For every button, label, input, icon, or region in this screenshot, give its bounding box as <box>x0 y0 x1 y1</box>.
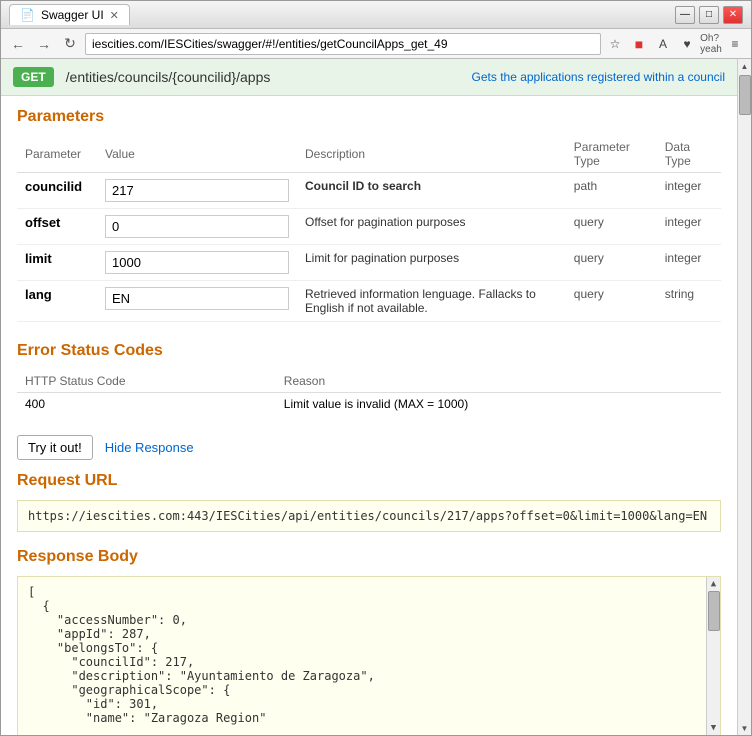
ohyeah-icon: Oh?yeah <box>701 34 721 54</box>
param-value-offset[interactable] <box>105 215 289 238</box>
main-scroll-down[interactable]: ▼ <box>738 721 751 735</box>
tab-icon: 📄 <box>20 8 35 22</box>
browser-tab[interactable]: 📄 Swagger UI ✕ <box>9 4 130 25</box>
close-button[interactable]: ✕ <box>723 6 743 24</box>
nav-bar: ← → ↻ ☆ ■ A ♥ Oh?yeah ≡ <box>1 29 751 59</box>
translate-icon[interactable]: A <box>653 34 673 54</box>
scroll-thumb[interactable] <box>708 591 720 631</box>
main-scroll-track <box>738 73 751 721</box>
param-name: offset <box>17 209 97 245</box>
param-name: limit <box>17 245 97 281</box>
page-content: GET /entities/councils/{councilid}/apps … <box>1 59 737 735</box>
response-body-section: Response Body [ { "accessNumber": 0, "ap… <box>1 544 737 735</box>
param-value-lang[interactable] <box>105 287 289 310</box>
hide-response-link[interactable]: Hide Response <box>105 440 194 455</box>
browser-content: GET /entities/councils/{councilid}/apps … <box>1 59 751 735</box>
shield-icon: ♥ <box>677 34 697 54</box>
request-url-section: Request URL https://iescities.com:443/IE… <box>1 468 737 544</box>
scroll-track <box>707 591 720 721</box>
get-bar: GET /entities/councils/{councilid}/apps … <box>1 59 737 96</box>
response-scrollbar[interactable]: ▲ ▼ <box>706 577 720 735</box>
param-value-limit[interactable] <box>105 251 289 274</box>
error-section: Error Status Codes HTTP Status Code Reas… <box>1 334 737 427</box>
param-name: councilid <box>17 173 97 209</box>
scroll-up-button[interactable]: ▲ <box>707 577 720 591</box>
request-url-title: Request URL <box>17 472 721 490</box>
param-datatype-offset: integer <box>657 209 721 245</box>
param-desc-councilid: Council ID to search <box>297 173 566 209</box>
minimize-button[interactable]: — <box>675 6 695 24</box>
table-row: limit Limit for pagination purposes quer… <box>17 245 721 281</box>
param-desc-lang: Retrieved information lenguage. Fallacks… <box>297 281 566 322</box>
refresh-button[interactable]: ↻ <box>59 33 81 55</box>
error-code: 400 <box>17 393 276 416</box>
param-datatype-limit: integer <box>657 245 721 281</box>
extension-red-icon: ■ <box>629 34 649 54</box>
error-reason: Limit value is invalid (MAX = 1000) <box>276 393 721 416</box>
table-row: councilid Council ID to search path inte… <box>17 173 721 209</box>
param-type-limit: query <box>566 245 657 281</box>
error-title: Error Status Codes <box>17 342 721 360</box>
col-param-type: Parameter Type <box>566 136 657 173</box>
table-row: offset Offset for pagination purposes qu… <box>17 209 721 245</box>
error-table: HTTP Status Code Reason 400 Limit value … <box>17 370 721 415</box>
title-bar-left: 📄 Swagger UI ✕ <box>9 4 130 25</box>
tab-title: Swagger UI <box>41 8 104 22</box>
window-controls: — □ ✕ <box>675 6 743 24</box>
col-description: Description <box>297 136 566 173</box>
action-bar: Try it out! Hide Response <box>1 427 737 468</box>
table-row: 400 Limit value is invalid (MAX = 1000) <box>17 393 721 416</box>
param-desc-offset: Offset for pagination purposes <box>297 209 566 245</box>
tab-close-button[interactable]: ✕ <box>110 9 119 22</box>
response-body-title: Response Body <box>17 548 721 566</box>
browser-window: 📄 Swagger UI ✕ — □ ✕ ← → ↻ ☆ ■ A ♥ Oh?ye… <box>0 0 752 736</box>
get-badge: GET <box>13 67 54 87</box>
back-button[interactable]: ← <box>7 33 29 55</box>
col-parameter: Parameter <box>17 136 97 173</box>
param-desc-limit: Limit for pagination purposes <box>297 245 566 281</box>
param-type-lang: query <box>566 281 657 322</box>
param-datatype-lang: string <box>657 281 721 322</box>
scroll-down-button[interactable]: ▼ <box>707 721 720 735</box>
parameters-table: Parameter Value Description Parameter Ty… <box>17 136 721 322</box>
title-bar: 📄 Swagger UI ✕ — □ ✕ <box>1 1 751 29</box>
col-reason: Reason <box>276 370 721 393</box>
param-type-councilid: path <box>566 173 657 209</box>
bookmark-icon[interactable]: ☆ <box>605 34 625 54</box>
try-it-out-button[interactable]: Try it out! <box>17 435 93 460</box>
response-body-content: [ { "accessNumber": 0, "appId": 287, "be… <box>17 576 721 735</box>
endpoint-description: Gets the applications registered within … <box>472 70 725 84</box>
col-http-status: HTTP Status Code <box>17 370 276 393</box>
main-scrollbar[interactable]: ▲ ▼ <box>737 59 751 735</box>
main-scroll-up[interactable]: ▲ <box>738 59 751 73</box>
parameters-title: Parameters <box>17 108 721 126</box>
col-data-type: Data Type <box>657 136 721 173</box>
param-name: lang <box>17 281 97 322</box>
menu-icon[interactable]: ≡ <box>725 34 745 54</box>
request-url-box: https://iescities.com:443/IESCities/api/… <box>17 500 721 532</box>
forward-button[interactable]: → <box>33 33 55 55</box>
col-value: Value <box>97 136 297 173</box>
response-body-text: [ { "accessNumber": 0, "appId": 287, "be… <box>28 585 710 725</box>
table-row: lang Retrieved information lenguage. Fal… <box>17 281 721 322</box>
param-datatype-councilid: integer <box>657 173 721 209</box>
maximize-button[interactable]: □ <box>699 6 719 24</box>
endpoint-path: /entities/councils/{councilid}/apps <box>66 69 271 85</box>
parameters-section: Parameters Parameter Value Description P… <box>1 96 737 334</box>
param-value-councilid[interactable] <box>105 179 289 202</box>
main-scroll-thumb[interactable] <box>739 75 751 115</box>
address-bar[interactable] <box>85 33 601 55</box>
param-type-offset: query <box>566 209 657 245</box>
